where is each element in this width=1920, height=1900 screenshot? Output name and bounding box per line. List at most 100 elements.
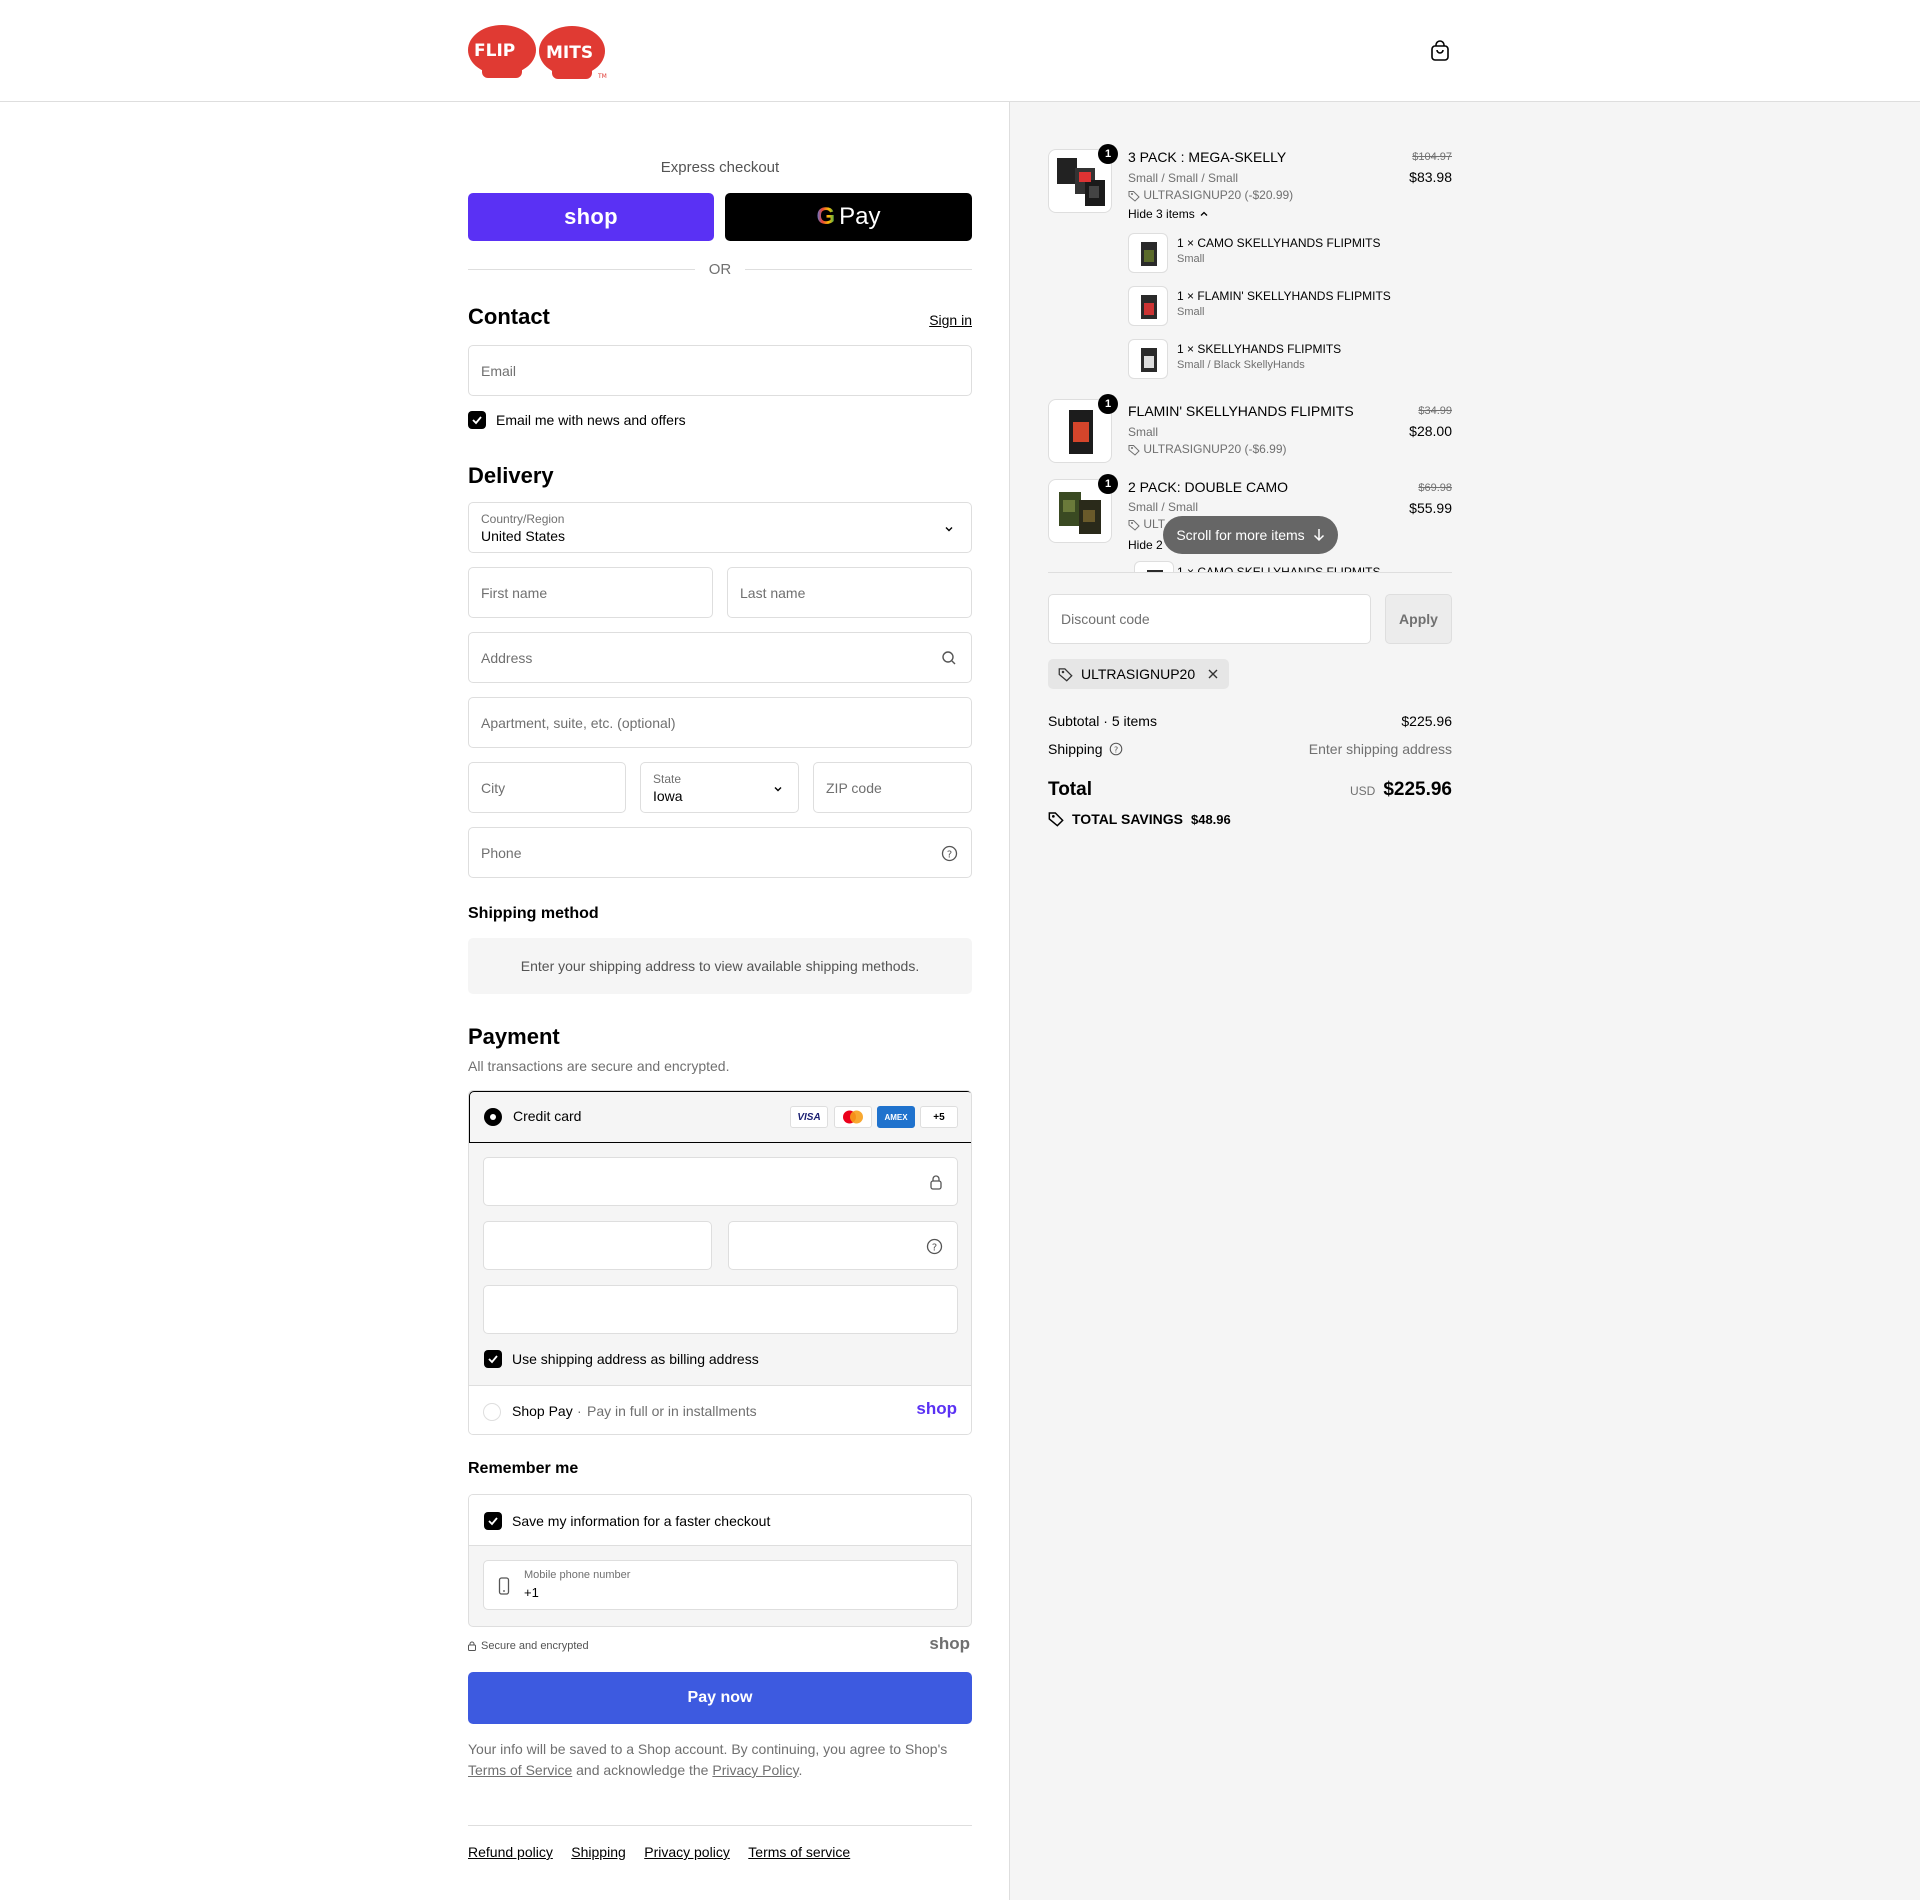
- discount-code-field[interactable]: Discount code: [1048, 594, 1371, 644]
- tag-icon: [1128, 190, 1140, 202]
- billing-checkbox[interactable]: [484, 1350, 502, 1368]
- help-icon[interactable]: ?: [926, 1238, 943, 1255]
- lock-icon: [468, 1641, 476, 1651]
- sign-in-link[interactable]: Sign in: [929, 312, 972, 328]
- privacy-link[interactable]: Privacy Policy: [712, 1762, 798, 1778]
- phone-field[interactable]: Phone ?: [468, 827, 972, 878]
- mobile-label: Mobile phone number: [524, 1569, 631, 1581]
- legal-text-3: .: [798, 1762, 803, 1778]
- component-thumbnail: [1128, 286, 1168, 326]
- cart-items-list[interactable]: 1 3 PACK : MEGA-SKELLY Small / Small / S…: [1048, 137, 1452, 573]
- help-icon[interactable]: ?: [941, 845, 958, 862]
- item-name: 2 PACK: DOUBLE CAMO: [1128, 479, 1289, 495]
- hide-items-toggle[interactable]: Hide 3 items: [1128, 207, 1209, 221]
- shopping-bag-icon[interactable]: [1429, 40, 1451, 62]
- store-logo[interactable]: FLIP MITS TM: [468, 24, 610, 85]
- zip-field[interactable]: ZIP code: [813, 762, 972, 813]
- legal-text-1: Your info will be saved to a Shop accoun…: [468, 1741, 948, 1757]
- privacy-policy-link[interactable]: Privacy policy: [644, 1844, 730, 1860]
- savings-value: $48.96: [1190, 811, 1231, 827]
- header: FLIP MITS TM: [0, 0, 1920, 102]
- credit-card-radio[interactable]: [484, 1108, 502, 1126]
- svg-text:TM: TM: [597, 73, 607, 80]
- more-cards-badge: +5: [920, 1106, 958, 1128]
- total-label: Total: [1048, 779, 1092, 800]
- state-value: Iowa: [653, 787, 683, 804]
- save-info-checkbox[interactable]: [484, 1512, 502, 1530]
- pay-now-button[interactable]: Pay now: [468, 1672, 972, 1724]
- applied-code-label: ULTRASIGNUP20: [1081, 666, 1196, 682]
- refund-policy-link[interactable]: Refund policy: [468, 1844, 553, 1860]
- payment-subtitle: All transactions are secure and encrypte…: [468, 1058, 730, 1074]
- state-select[interactable]: State Iowa: [640, 762, 799, 813]
- apartment-field[interactable]: Apartment, suite, etc. (optional): [468, 697, 972, 748]
- address-placeholder: Address: [481, 649, 533, 666]
- shop-pay-radio[interactable]: [483, 1403, 501, 1421]
- footer-divider: [468, 1825, 972, 1826]
- credit-card-option[interactable]: Credit card VISA AMEX +5: [469, 1091, 971, 1143]
- mastercard-icon: [834, 1106, 872, 1128]
- hide-items-toggle[interactable]: Hide 2: [1128, 538, 1163, 552]
- quantity-badge: 1: [1098, 474, 1118, 494]
- savings-label: TOTAL SAVINGS: [1072, 811, 1183, 827]
- legal-text: Your info will be saved to a Shop accoun…: [468, 1739, 972, 1781]
- shop-pay-option[interactable]: Shop Pay · Pay in full or in installment…: [469, 1385, 971, 1434]
- remember-me-box: Save my information for a faster checkou…: [468, 1494, 972, 1627]
- scroll-for-more-button[interactable]: Scroll for more items: [1163, 516, 1338, 554]
- expiration-field[interactable]: [483, 1221, 712, 1270]
- security-code-field[interactable]: ?: [728, 1221, 958, 1270]
- shipping-label: Shipping: [1048, 741, 1103, 757]
- card-number-field[interactable]: [483, 1157, 958, 1206]
- country-select[interactable]: Country/Region United States: [468, 502, 972, 553]
- item-variant: Small / Small / Small: [1128, 171, 1239, 185]
- component-variant: Small / Black SkellyHands: [1177, 359, 1305, 371]
- last-name-field[interactable]: Last name: [727, 567, 972, 618]
- news-checkbox[interactable]: [468, 411, 486, 429]
- google-g-icon: G: [816, 203, 836, 230]
- shop-logo: shop: [929, 1634, 970, 1653]
- shipping-row: Shipping ?: [1048, 741, 1123, 757]
- phone-placeholder: Phone: [481, 844, 522, 861]
- total-savings-row: TOTAL SAVINGS $48.96: [1048, 811, 1231, 827]
- apply-button[interactable]: Apply: [1385, 594, 1452, 644]
- tag-icon: [1048, 812, 1064, 827]
- item-price: $83.98: [1409, 169, 1452, 185]
- svg-text:?: ?: [932, 1243, 937, 1254]
- item-discount: ULT: [1128, 517, 1165, 531]
- subtotal-label: Subtotal · 5 items: [1048, 713, 1157, 729]
- mobile-value: +1: [524, 1585, 539, 1600]
- total-value: $225.96: [1383, 779, 1452, 800]
- google-pay-button[interactable]: G Pay: [725, 193, 972, 241]
- component-name: 1 × CAMO SKELLYHANDS FLIPMITS: [1177, 236, 1381, 250]
- shipping-value: Enter shipping address: [1308, 741, 1452, 757]
- terms-of-service-link[interactable]: Terms of service: [748, 1844, 850, 1860]
- or-label: OR: [708, 260, 732, 278]
- shop-pay-label: Shop Pay: [512, 1403, 573, 1419]
- shop-pay-button[interactable]: shop: [468, 193, 714, 241]
- lock-icon: [930, 1175, 942, 1190]
- quantity-badge: 1: [1098, 394, 1118, 414]
- close-icon[interactable]: [1207, 668, 1219, 680]
- country-label: Country/Region: [481, 511, 565, 526]
- item-name: 3 PACK : MEGA-SKELLY: [1128, 149, 1287, 165]
- country-value: United States: [481, 527, 566, 544]
- total-row: USD $225.96: [1350, 779, 1452, 801]
- component-name: 1 × FLAMIN' SKELLYHANDS FLIPMITS: [1177, 289, 1391, 303]
- name-on-card-field[interactable]: [483, 1285, 958, 1334]
- terms-link[interactable]: Terms of Service: [468, 1762, 572, 1778]
- mobile-phone-field[interactable]: Mobile phone number +1: [483, 1560, 958, 1610]
- applied-discount-chip: ULTRASIGNUP20: [1048, 659, 1230, 689]
- tag-icon: [1128, 519, 1140, 531]
- shipping-link[interactable]: Shipping: [571, 1844, 626, 1860]
- billing-label: Use shipping address as billing address: [512, 1351, 759, 1367]
- address-field[interactable]: Address: [468, 632, 972, 683]
- item-variant: Small: [1128, 425, 1159, 439]
- city-field[interactable]: City: [468, 762, 626, 813]
- help-icon[interactable]: ?: [1109, 742, 1123, 756]
- first-name-field[interactable]: First name: [468, 567, 713, 618]
- email-field[interactable]: Email: [468, 345, 972, 396]
- quantity-badge: 1: [1098, 144, 1118, 164]
- item-original-price: $69.98: [1418, 482, 1452, 494]
- payment-options: Credit card VISA AMEX +5 ? Use shipping …: [468, 1090, 972, 1435]
- search-icon: [942, 651, 956, 665]
